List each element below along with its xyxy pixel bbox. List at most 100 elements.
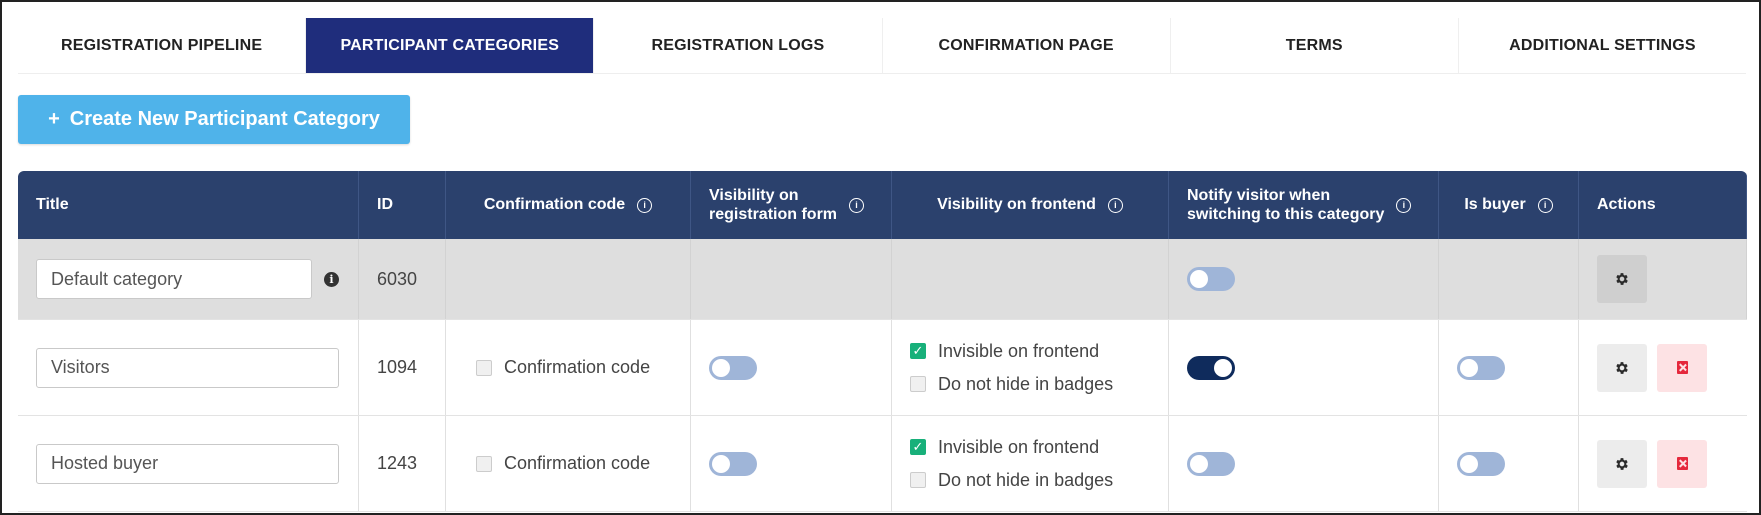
cell-actions (1579, 320, 1747, 415)
info-outline-icon[interactable]: i (1537, 197, 1553, 213)
cell-id: 1243 (359, 416, 446, 511)
notify-toggle[interactable] (1187, 355, 1235, 380)
confirmation-code-label: Confirmation code (504, 453, 651, 473)
invisible-on-frontend-checkbox[interactable]: ✓ (910, 343, 926, 359)
settings-button[interactable] (1597, 439, 1647, 488)
header-title-label: Title (36, 196, 69, 213)
cell-is-buyer (1439, 416, 1579, 511)
cell-visibility-frontend: ✓ Invisible on frontend Do not hide in b… (892, 416, 1169, 511)
is-buyer-toggle[interactable] (1457, 451, 1505, 476)
table-row: 1243 Confirmation code ✓ Invisible on fr… (18, 416, 1747, 512)
header-id: ID (359, 171, 446, 239)
cell-confirmation-code (446, 239, 691, 319)
create-category-button[interactable]: + Create New Participant Category (18, 95, 410, 144)
cell-notify (1169, 320, 1439, 415)
id-value: 1094 (377, 357, 418, 377)
invisible-on-frontend-checkbox[interactable]: ✓ (910, 439, 926, 455)
header-actions-label: Actions (1597, 196, 1656, 213)
info-outline-icon[interactable]: i (1396, 197, 1412, 213)
plus-icon: + (48, 108, 60, 130)
invisible-on-frontend-label: Invisible on frontend (938, 340, 1100, 361)
id-value: 1243 (377, 453, 418, 473)
create-category-label: Create New Participant Category (69, 108, 380, 130)
cell-confirmation-code: Confirmation code (446, 416, 691, 511)
cell-actions (1579, 239, 1747, 319)
header-visibility-registration: Visibility on registration form i (691, 171, 892, 239)
header-visibility-frontend-label: Visibility on frontend (937, 196, 1096, 213)
cell-confirmation-code: Confirmation code (446, 320, 691, 415)
header-actions: Actions (1579, 171, 1747, 239)
title-input[interactable] (36, 259, 312, 299)
cell-is-buyer (1439, 239, 1579, 319)
invisible-on-frontend-option: ✓ Invisible on frontend (910, 341, 1099, 362)
cell-id: 1094 (359, 320, 446, 415)
tab-registration-logs[interactable]: REGISTRATION LOGS (594, 18, 883, 73)
confirmation-code-option: Confirmation code (476, 453, 650, 474)
header-confirmation-code-label: Confirmation code (483, 196, 626, 213)
delete-button[interactable] (1657, 343, 1707, 392)
cell-visibility-registration (691, 239, 892, 319)
notify-toggle[interactable] (1187, 267, 1235, 291)
tab-additional-settings[interactable]: ADDITIONAL SETTINGS (1459, 18, 1746, 73)
notify-toggle[interactable] (1187, 451, 1235, 476)
header-visibility-frontend: Visibility on frontend i (892, 171, 1169, 239)
confirmation-code-checkbox[interactable] (476, 455, 492, 472)
header-confirmation-code: Confirmation code i (446, 171, 691, 239)
do-not-hide-badges-checkbox[interactable] (910, 376, 926, 392)
table-row: 1094 Confirmation code ✓ Invisible on fr… (18, 320, 1747, 416)
cell-visibility-frontend: ✓ Invisible on frontend Do not hide in b… (892, 320, 1169, 415)
info-solid-icon[interactable]: i (324, 271, 339, 287)
title-input[interactable] (36, 347, 339, 388)
tab-registration-pipeline[interactable]: REGISTRATION PIPELINE (18, 18, 307, 73)
visibility-registration-toggle[interactable] (709, 451, 757, 476)
do-not-hide-badges-label: Do not hide in badges (938, 373, 1114, 394)
cell-is-buyer (1439, 320, 1579, 415)
header-id-label: ID (377, 196, 393, 213)
cell-visibility-registration (691, 416, 892, 511)
participant-categories-table: Title ID Confirmation code i Visibility … (18, 171, 1747, 512)
header-is-buyer-label: Is buyer (1464, 196, 1526, 213)
id-value: 6030 (377, 268, 418, 289)
info-outline-icon[interactable]: i (637, 197, 653, 213)
header-is-buyer: Is buyer i (1439, 171, 1579, 239)
cell-visibility-frontend (892, 239, 1169, 319)
tab-confirmation-page[interactable]: CONFIRMATION PAGE (883, 18, 1171, 73)
tab-bar: REGISTRATION PIPELINE PARTICIPANT CATEGO… (18, 18, 1746, 74)
header-notify-line2: switching to this category (1187, 206, 1385, 223)
cell-id: 6030 (359, 239, 446, 319)
do-not-hide-badges-checkbox[interactable] (910, 472, 926, 488)
delete-button[interactable] (1657, 439, 1707, 488)
settings-button[interactable] (1597, 255, 1647, 303)
header-title: Title (18, 171, 359, 239)
invisible-on-frontend-option: ✓ Invisible on frontend (910, 437, 1099, 458)
cell-title: i (18, 239, 359, 319)
info-outline-icon[interactable]: i (1107, 197, 1123, 213)
header-visibility-registration-line2: registration form (709, 206, 838, 223)
delete-icon (1676, 361, 1688, 374)
table-header: Title ID Confirmation code i Visibility … (18, 171, 1747, 239)
is-buyer-toggle[interactable] (1457, 355, 1505, 380)
tab-terms[interactable]: TERMS (1171, 18, 1459, 73)
gear-icon (1616, 361, 1628, 374)
table-row: i 6030 (18, 239, 1747, 320)
cell-visibility-registration (691, 320, 892, 415)
settings-button[interactable] (1597, 343, 1647, 392)
header-notify-text: Notify visitor when switching to this ca… (1187, 186, 1384, 224)
title-input[interactable] (36, 443, 339, 484)
header-visibility-registration-text: Visibility on registration form (709, 186, 837, 224)
header-notify: Notify visitor when switching to this ca… (1169, 171, 1439, 239)
confirmation-code-option: Confirmation code (476, 357, 650, 378)
do-not-hide-badges-label: Do not hide in badges (938, 469, 1114, 490)
cell-notify (1169, 239, 1439, 319)
cell-notify (1169, 416, 1439, 511)
delete-icon (1676, 457, 1688, 470)
gear-icon (1616, 457, 1628, 470)
confirmation-code-checkbox[interactable] (476, 359, 492, 376)
gear-icon (1616, 273, 1628, 285)
visibility-registration-toggle[interactable] (709, 355, 757, 380)
do-not-hide-badges-option: Do not hide in badges (910, 374, 1113, 395)
info-outline-icon[interactable]: i (849, 197, 865, 213)
tab-participant-categories[interactable]: PARTICIPANT CATEGORIES (306, 18, 595, 73)
confirmation-code-label: Confirmation code (504, 357, 651, 377)
cell-title (18, 416, 359, 511)
